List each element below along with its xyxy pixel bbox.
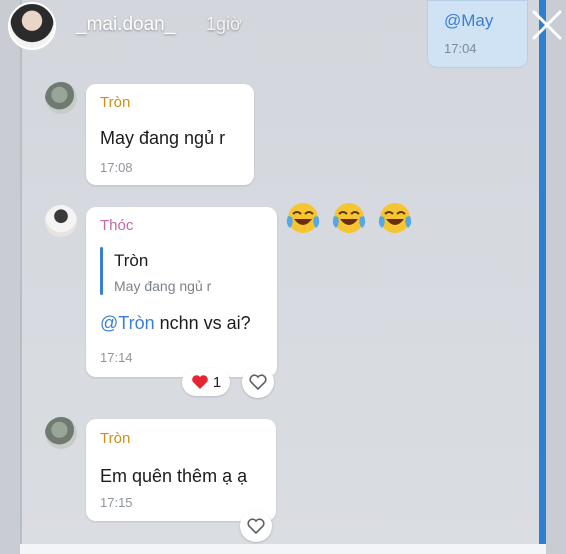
avatar-thoc[interactable] [45,205,77,237]
mention-link[interactable]: @Tròn [100,313,155,333]
message-sender: Thóc [100,217,134,234]
message-bubble-3[interactable]: Tròn Em quên thêm ạ ạ 17:15 [86,419,276,521]
message-time: 17:14 [100,350,133,365]
laughing-emoji-icon [286,203,320,233]
avatar-tron[interactable] [45,82,77,114]
message-text-rest: nchn vs ai? [154,313,251,333]
partial-message-time: 17:04 [444,41,477,56]
message-text: @Tròn nchn vs ai? [100,313,251,334]
chat-bottom-strip [20,544,546,554]
partial-message-mention: @May [444,11,494,30]
quote-sender: Tròn [114,251,149,270]
story-time: 1giờ [206,14,242,34]
laughing-emoji-icon [378,203,412,233]
message-sender: Tròn [100,94,131,111]
message-time: 17:08 [100,160,133,175]
like-button[interactable] [240,510,272,542]
like-icon [249,374,267,391]
reaction-pill[interactable]: 1 [182,368,230,396]
story-avatar[interactable] [8,2,56,50]
message-bubble-1[interactable]: Tròn May đang ngủ r 17:08 [86,84,254,185]
partial-message-bubble: @May 17:04 [427,0,528,68]
close-button[interactable] [530,8,564,42]
avatar-tron[interactable] [45,417,77,449]
message-text: May đang ngủ r [100,128,226,148]
emoji-row [284,200,414,236]
laughing-emoji-icon [332,203,366,233]
heart-icon [192,375,208,389]
story-username[interactable]: _mai.doan_ [76,14,175,36]
like-icon [247,518,265,535]
quote-bar [100,247,103,295]
close-icon [532,10,562,40]
reaction-count: 1 [212,373,222,391]
message-time: 17:15 [100,495,133,510]
message-text: Em quên thêm ạ ạ [100,466,248,486]
like-button[interactable] [242,366,274,398]
quote-text: May đang ngủ r [114,278,212,294]
message-sender: Tròn [100,430,131,447]
message-bubble-2[interactable]: Thóc Tròn May đang ngủ r @Tròn nchn vs a… [86,207,277,377]
